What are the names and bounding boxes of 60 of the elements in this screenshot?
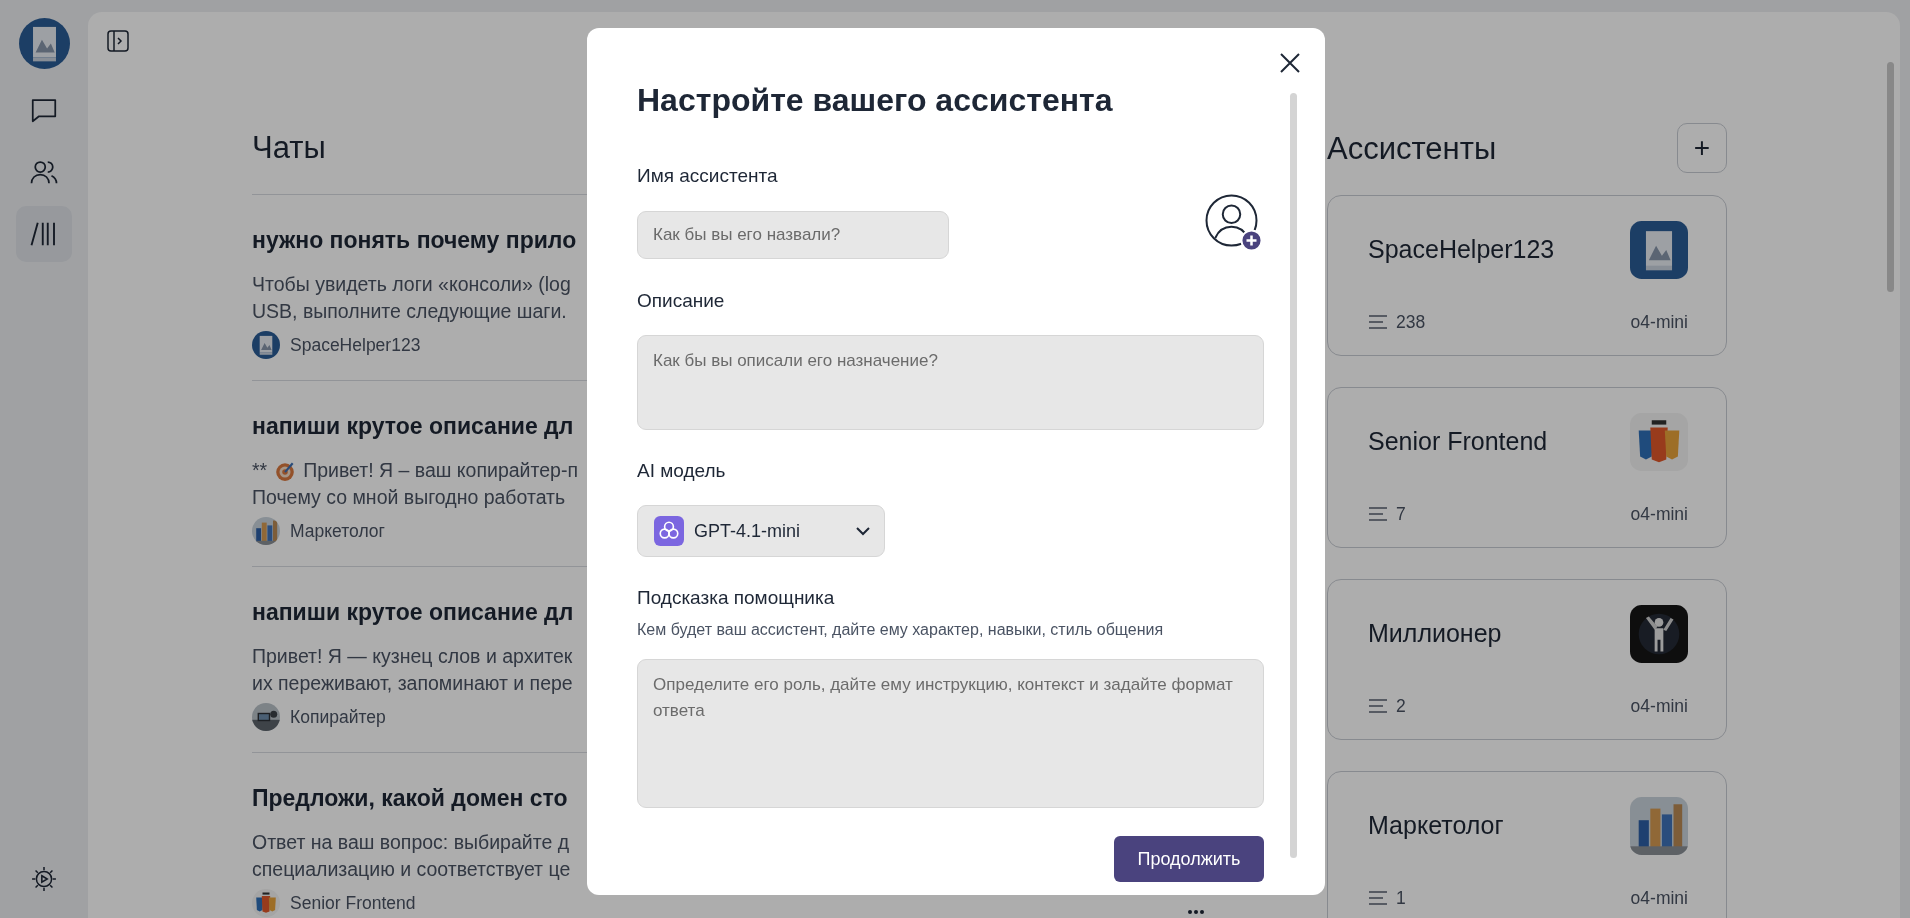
chat-author: Копирайтер bbox=[290, 705, 386, 729]
chat-preview: Привет! Я – ваш копирайтер-п bbox=[303, 458, 578, 483]
close-icon bbox=[1279, 51, 1301, 74]
chat-preview: USB, выполните следующие шаги. bbox=[252, 299, 567, 324]
chat-preview: специализацию и соответствует це bbox=[252, 857, 571, 882]
chat-preview: Привет! Я — кузнец слов и архитек bbox=[252, 644, 573, 669]
lines-icon bbox=[1368, 506, 1388, 521]
model-name: o4-mini bbox=[1630, 886, 1688, 910]
assistant-name: Senior Frontend bbox=[1368, 426, 1548, 458]
avatar-upload-icon[interactable] bbox=[1204, 193, 1264, 253]
assistant-name: Миллионер bbox=[1368, 618, 1502, 650]
chat-author: SpaceHelper123 bbox=[290, 333, 421, 357]
model-name: o4-mini bbox=[1630, 694, 1688, 718]
chat-title[interactable]: Предложи, какой домен сто bbox=[252, 783, 568, 813]
more-icon[interactable] bbox=[1187, 909, 1205, 915]
chat-preview: ** bbox=[252, 458, 268, 483]
model-select[interactable]: GPT-4.1-mini bbox=[637, 505, 885, 557]
chat-title[interactable]: напиши крутое описание дл bbox=[252, 411, 574, 441]
chat-author: Маркетолог bbox=[290, 519, 385, 543]
continue-button[interactable]: Продолжить bbox=[1114, 836, 1264, 882]
field-label: AI модель bbox=[637, 459, 727, 482]
lines-icon bbox=[1368, 314, 1388, 329]
assistant-name: Маркетолог bbox=[1368, 810, 1504, 842]
field-label: Имя ассистента bbox=[637, 164, 779, 187]
chat-preview: Ответ на ваш вопрос: выбирайте д bbox=[252, 830, 570, 855]
lines-icon bbox=[1368, 890, 1388, 905]
chat-count: 1 bbox=[1396, 886, 1406, 910]
settings-icon bbox=[31, 866, 57, 892]
scrollbar[interactable] bbox=[1290, 93, 1297, 858]
section-title: Ассистенты bbox=[1327, 129, 1497, 168]
prompt-field[interactable]: Определите его роль, дайте ему инструкцию, контекст и задайте формат ответа bbox=[637, 659, 1264, 808]
section-title: Чаты bbox=[252, 129, 326, 167]
field-label: Подсказка помощника bbox=[637, 586, 836, 609]
chat-author: Senior Frontend bbox=[290, 891, 416, 915]
description-field[interactable]: Как бы вы описали его назначение? bbox=[637, 335, 1264, 430]
modal-title: Настройте вашего ассистента bbox=[637, 81, 1114, 119]
scrollbar[interactable] bbox=[1887, 62, 1894, 292]
chat-title[interactable]: нужно понять почему прило bbox=[252, 225, 577, 255]
chat-preview: их переживают, запоминают и пере bbox=[252, 671, 573, 696]
lines-icon bbox=[1368, 698, 1388, 713]
assistant-card[interactable]: SpaceHelper123 238 o4-mini bbox=[1327, 195, 1727, 356]
field-label: Описание bbox=[637, 289, 726, 312]
chat-count: 7 bbox=[1396, 502, 1406, 526]
assistant-name: SpaceHelper123 bbox=[1368, 234, 1555, 266]
sidebar-item[interactable] bbox=[16, 206, 72, 262]
model-name: o4-mini bbox=[1630, 310, 1688, 334]
chat-count: 238 bbox=[1396, 310, 1426, 334]
field-hint: Кем будет ваш ассистент, дайте ему характер, навыки, стиль общения bbox=[637, 620, 1165, 639]
model-name: o4-mini bbox=[1630, 502, 1688, 526]
add-button[interactable]: + bbox=[1677, 122, 1727, 173]
assistant-card[interactable]: Senior Frontend 7 o4-mini bbox=[1327, 387, 1727, 548]
chevron-down-icon bbox=[856, 526, 870, 536]
name-field[interactable]: Как бы вы его назвали? bbox=[637, 211, 949, 259]
assistant-card[interactable]: Маркетолог 1 o4-mini bbox=[1327, 771, 1727, 918]
assistant-card[interactable]: Миллионер 2 o4-mini bbox=[1327, 579, 1727, 740]
chat-preview: Почему со мной выгодно работать bbox=[252, 485, 566, 510]
chat-count: 2 bbox=[1396, 694, 1406, 718]
chat-preview: Чтобы увидеть логи «консоли» (log bbox=[252, 272, 571, 297]
model-icon bbox=[654, 516, 684, 546]
chat-title[interactable]: напиши крутое описание дл bbox=[252, 597, 574, 627]
